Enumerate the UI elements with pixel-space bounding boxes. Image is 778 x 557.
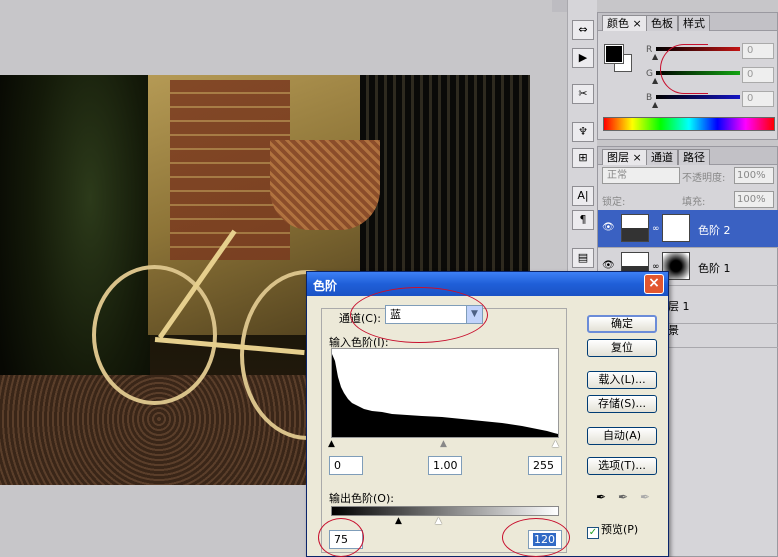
input-gamma-field[interactable]: 1.00	[428, 456, 462, 475]
output-levels-slider[interactable]: ▲ ▲	[331, 517, 559, 526]
red-value-field[interactable]: 0	[742, 43, 774, 59]
ok-button[interactable]: 确定	[587, 315, 657, 333]
green-slider-row: G ▲ 0	[646, 67, 776, 87]
white-point-handle-icon[interactable]: ▲	[552, 440, 559, 449]
layer-name: 色阶 1	[698, 262, 731, 275]
blend-row: 正常 不透明度: 100%	[598, 165, 778, 187]
visibility-eye-icon[interactable]: 👁	[602, 222, 615, 233]
output-levels-label: 输出色阶(O):	[329, 492, 394, 505]
layer-mask-thumbnail[interactable]	[662, 214, 690, 242]
save-button[interactable]: 存储(S)...	[587, 395, 657, 413]
lock-row: 锁定: 填充: 100%	[598, 189, 778, 211]
color-panel: 颜色 × 色板 样式 R ▲ 0 G ▲ 0 B ▲ 0	[597, 12, 778, 140]
tool-button[interactable]: ✂	[572, 84, 594, 104]
channel-select[interactable]: 蓝 ▼	[385, 305, 483, 324]
opacity-field[interactable]: 100%	[734, 167, 774, 184]
color-panel-tabs: 颜色 × 色板 样式	[598, 13, 777, 31]
output-white-handle-icon[interactable]: ▲	[435, 517, 442, 526]
close-icon[interactable]: ×	[644, 274, 664, 294]
tool-button[interactable]: A|	[572, 186, 594, 206]
white-eyedropper-icon[interactable]: ✒	[637, 489, 653, 505]
tool-button[interactable]: ▤	[572, 248, 594, 268]
tab-channels[interactable]: 通道	[646, 149, 678, 165]
visibility-eye-icon[interactable]: 👁	[602, 260, 615, 271]
channel-value: 蓝	[390, 308, 401, 321]
black-eyedropper-icon[interactable]: ✒	[593, 489, 609, 505]
tool-button[interactable]: ▶	[572, 48, 594, 68]
blue-slider[interactable]	[656, 95, 740, 99]
lock-label: 锁定:	[602, 197, 626, 208]
chevron-down-icon[interactable]: ▼	[466, 306, 482, 323]
blue-slider-row: B ▲ 0	[646, 91, 776, 111]
layer-name: 景	[668, 324, 679, 337]
tool-button[interactable]: ♆	[572, 122, 594, 142]
preview-label: 预览(P)	[601, 523, 639, 536]
photo-basket	[270, 140, 380, 230]
close-icon[interactable]: ×	[633, 17, 642, 30]
fill-field[interactable]: 100%	[734, 191, 774, 208]
channel-label: 通道(C):	[339, 312, 381, 325]
slider-handle-icon[interactable]: ▲	[652, 76, 658, 85]
close-icon[interactable]: ×	[633, 151, 642, 164]
gamma-handle-icon[interactable]: ▲	[440, 440, 447, 449]
foreground-color-swatch[interactable]	[604, 44, 624, 64]
blue-value-field[interactable]: 0	[742, 91, 774, 107]
green-value-field[interactable]: 0	[742, 67, 774, 83]
tab-styles[interactable]: 样式	[678, 15, 710, 31]
levels-dialog: 色阶 × 通道(C): 蓝 ▼ 输入色阶(I): ▲ ▲ ▲ 0 1.00 25…	[306, 271, 669, 557]
output-white-value: 120	[533, 533, 556, 546]
tool-button[interactable]: ¶	[572, 210, 594, 230]
checkmark-icon[interactable]: ✓	[587, 527, 599, 539]
dialog-title: 色阶	[313, 279, 338, 293]
preview-checkbox[interactable]: ✓ 预览(P)	[587, 521, 638, 539]
auto-button[interactable]: 自动(A)	[587, 427, 657, 445]
black-point-handle-icon[interactable]: ▲	[328, 440, 335, 449]
link-chain-icon[interactable]: ∞	[652, 224, 660, 234]
gray-eyedropper-icon[interactable]: ✒	[615, 489, 631, 505]
adjustment-thumbnail	[621, 214, 649, 242]
load-button[interactable]: 载入(L)...	[587, 371, 657, 389]
histogram-graph	[332, 354, 558, 437]
dialog-titlebar[interactable]: 色阶 ×	[307, 272, 668, 296]
red-slider[interactable]	[656, 47, 740, 51]
opacity-label: 不透明度:	[682, 173, 726, 184]
histogram	[331, 348, 559, 438]
tab-swatches[interactable]: 色板	[646, 15, 678, 31]
output-gradient-bar	[331, 506, 559, 516]
output-white-field[interactable]: 120	[528, 530, 562, 549]
blend-mode-select[interactable]: 正常	[602, 167, 680, 184]
reset-button[interactable]: 复位	[587, 339, 657, 357]
fill-label: 填充:	[682, 197, 706, 208]
input-black-field[interactable]: 0	[329, 456, 363, 475]
output-black-field[interactable]: 75	[329, 530, 363, 549]
green-slider[interactable]	[656, 71, 740, 75]
layers-panel-tabs: 图层 × 通道 路径	[598, 147, 777, 165]
layer-row-levels-2[interactable]: 👁 ∞ 色阶 2	[598, 210, 778, 248]
tool-button[interactable]: ⊞	[572, 148, 594, 168]
input-white-field[interactable]: 255	[528, 456, 562, 475]
input-levels-slider[interactable]: ▲ ▲ ▲	[328, 440, 559, 449]
tool-button[interactable]: ⇔	[572, 20, 594, 40]
slider-handle-icon[interactable]: ▲	[652, 52, 658, 61]
slider-handle-icon[interactable]: ▲	[652, 100, 658, 109]
tab-paths[interactable]: 路径	[678, 149, 710, 165]
layer-name: 色阶 2	[698, 224, 731, 237]
tab-color[interactable]: 颜色 ×	[602, 15, 647, 31]
options-button[interactable]: 选项(T)...	[587, 457, 657, 475]
red-slider-row: R ▲ 0	[646, 43, 776, 63]
color-spectrum-bar[interactable]	[603, 117, 775, 131]
output-black-handle-icon[interactable]: ▲	[395, 517, 402, 526]
tab-layers[interactable]: 图层 ×	[602, 149, 647, 165]
